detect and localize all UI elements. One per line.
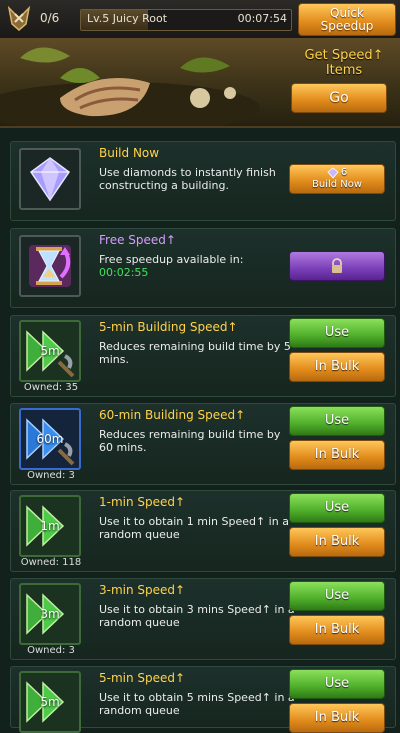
item-name: 1-min Speed↑ xyxy=(99,495,186,509)
use-button[interactable]: Use xyxy=(289,406,385,436)
item-duration-label: 5m xyxy=(40,344,60,358)
queue-building-label: Lv.5 Juicy Root xyxy=(87,12,168,25)
list-item-3min-speed: 3m Owned: 3 3-min Speed↑ Use it to obtai… xyxy=(10,578,396,660)
list-item-60min-building-speed: 60m Owned: 3 60-min Building Speed↑ Redu… xyxy=(10,403,396,485)
item-thumbnail xyxy=(19,235,81,297)
use-button[interactable]: Use xyxy=(289,581,385,611)
owned-count: Owned: 3 xyxy=(27,645,75,656)
queue-timer: 00:07:54 xyxy=(237,12,287,25)
get-speed-items-title: Get Speed↑ Items xyxy=(304,48,384,78)
item-description: Reduces remaining build time by 5 mins. xyxy=(99,340,291,366)
diamond-cost-icon xyxy=(327,167,339,179)
item-description: Use it to obtain 3 mins Speed↑ in a rand… xyxy=(99,603,295,629)
use-button[interactable]: Use xyxy=(289,493,385,523)
go-button[interactable]: Go xyxy=(291,83,387,113)
owned-count: Owned: 35 xyxy=(23,382,79,393)
use-button[interactable]: Use xyxy=(289,318,385,348)
list-item-1min-speed: 1m Owned: 118 1-min Speed↑ Use it to obt… xyxy=(10,490,396,572)
owned-count: Owned: 118 xyxy=(20,557,82,568)
free-speed-timer: 00:02:55 xyxy=(99,266,149,279)
item-description: Use it to obtain 1 min Speed↑ in a rando… xyxy=(99,515,289,541)
list-item-free-speed: Free Speed↑ Free speedup available in: 0… xyxy=(10,228,396,308)
item-name: 3-min Speed↑ xyxy=(99,583,186,597)
free-speed-locked-button[interactable] xyxy=(289,251,385,281)
item-name: 5-min Speed↑ xyxy=(99,671,186,685)
item-name: Build Now xyxy=(99,146,160,160)
list-item-5min-building-speed: 5m Owned: 35 5-min Building Speed↑ Reduc… xyxy=(10,315,396,397)
item-thumbnail: 3m xyxy=(19,583,81,645)
item-thumbnail: 1m xyxy=(19,495,81,557)
owned-count: Owned: 3 xyxy=(27,470,75,481)
in-bulk-button[interactable]: In Bulk xyxy=(289,615,385,645)
item-name: 60-min Building Speed↑ xyxy=(99,408,246,422)
in-bulk-button[interactable]: In Bulk xyxy=(289,440,385,470)
item-description: Use diamonds to instantly finish constru… xyxy=(99,166,276,192)
item-description: Free speedup available in: xyxy=(99,253,244,266)
banner-illustration xyxy=(0,47,260,126)
in-bulk-button[interactable]: In Bulk xyxy=(289,352,385,382)
in-bulk-button[interactable]: In Bulk xyxy=(289,527,385,557)
hourglass-icon xyxy=(29,245,71,287)
in-bulk-button[interactable]: In Bulk xyxy=(289,703,385,733)
item-name: Free Speed↑ xyxy=(99,233,176,247)
build-queue-progress[interactable]: Lv.5 Juicy Root 00:07:54 xyxy=(80,9,292,31)
item-description: Reduces remaining build time by 60 mins. xyxy=(99,428,281,454)
lock-icon xyxy=(332,257,342,273)
build-now-label: Build Now xyxy=(311,179,363,190)
diamond-cost: 6 xyxy=(340,167,348,178)
item-duration-label: 3m xyxy=(40,607,60,621)
quick-speedup-label: Quick Speedup xyxy=(320,5,374,33)
quick-speedup-button[interactable]: Quick Speedup xyxy=(298,3,396,36)
queue-count: 0/6 xyxy=(40,11,60,25)
item-thumbnail: 60m xyxy=(19,408,81,470)
item-duration-label: 5m xyxy=(40,695,60,709)
item-thumbnail: 5m xyxy=(19,320,81,382)
list-item-build-now: Build Now Use diamonds to instantly fini… xyxy=(10,141,396,221)
top-bar: 0/6 Lv.5 Juicy Root 00:07:54 Quick Speed… xyxy=(0,0,400,39)
build-now-button[interactable]: 6 Build Now xyxy=(289,164,385,194)
use-button[interactable]: Use xyxy=(289,669,385,699)
item-duration-label: 1m xyxy=(40,519,60,533)
item-thumbnail xyxy=(19,148,81,210)
item-description: Use it to obtain 5 mins Speed↑ in a rand… xyxy=(99,691,295,717)
list-item-5min-speed: 5m 5-min Speed↑ Use it to obtain 5 mins … xyxy=(10,666,396,733)
item-name: 5-min Building Speed↑ xyxy=(99,320,238,334)
item-duration-label: 60m xyxy=(36,432,64,446)
builder-queue-icon xyxy=(7,5,31,31)
diamond-icon xyxy=(29,157,71,202)
item-thumbnail: 5m xyxy=(19,671,81,733)
